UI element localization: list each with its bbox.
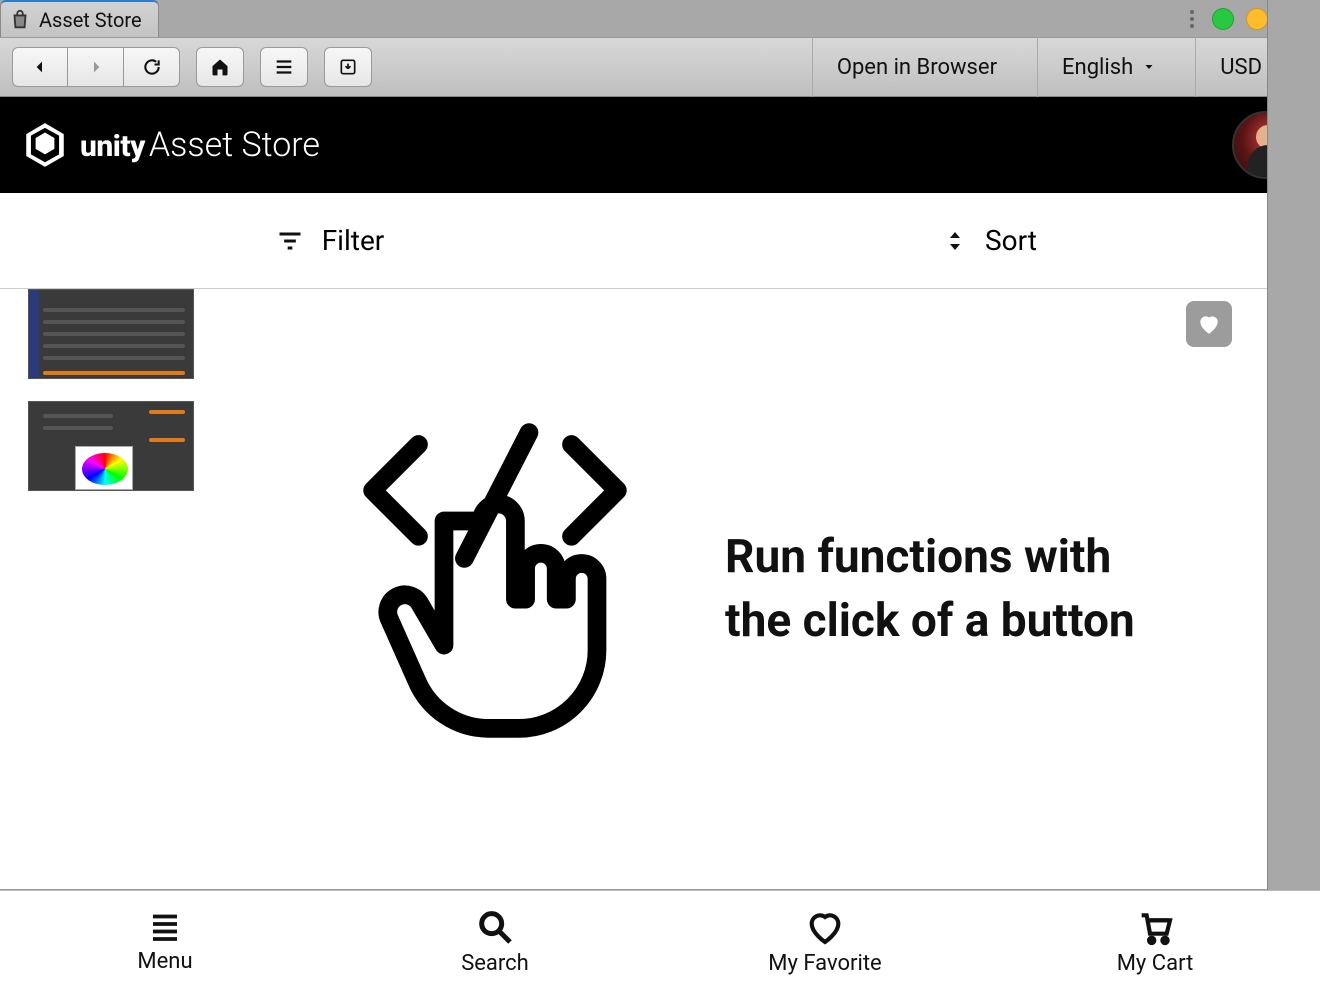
brand[interactable]: unity Asset Store (20, 120, 320, 170)
caret-down-icon (1143, 61, 1155, 73)
unity-logo-icon (20, 120, 70, 170)
sort-icon (943, 227, 967, 255)
heart-outline-icon (805, 907, 845, 947)
home-button[interactable] (196, 47, 244, 87)
code-click-icon (325, 399, 665, 779)
currency-label: USD (1220, 55, 1262, 80)
control-bar: Filter Sort (0, 193, 1320, 289)
arrow-left-icon (32, 59, 48, 75)
reload-button[interactable] (124, 47, 180, 87)
brand-asset-text: Asset Store (149, 125, 320, 165)
menu-icon (147, 909, 183, 945)
language-label: English (1062, 55, 1133, 80)
filter-label: Filter (322, 224, 385, 257)
hamburger-button[interactable] (260, 47, 308, 87)
main-content: Run functions with the click of a button (0, 289, 1320, 890)
nav-cart-label: My Cart (1117, 951, 1194, 976)
nav-search-label: Search (461, 951, 529, 976)
nav-cart[interactable]: My Cart (990, 891, 1320, 992)
thumbnail-1[interactable] (28, 289, 194, 379)
open-in-browser-button[interactable]: Open in Browser (812, 37, 1021, 97)
right-gutter (1267, 0, 1320, 890)
brand-unity-text: unity (80, 129, 145, 164)
nav-menu-label: Menu (137, 949, 192, 974)
home-icon (210, 57, 230, 77)
kebab-icon[interactable] (1190, 10, 1194, 28)
nav-forward-button[interactable] (68, 47, 124, 87)
preview-headline: Run functions with the click of a button (725, 525, 1145, 654)
tab-asset-store[interactable]: Asset Store (0, 0, 159, 37)
shopping-bag-icon (9, 9, 31, 31)
language-selector[interactable]: English (1037, 37, 1179, 97)
sort-button[interactable]: Sort (660, 224, 1320, 257)
nav-favorite-label: My Favorite (768, 951, 881, 976)
preview-area: Run functions with the click of a button (200, 289, 1320, 889)
bottom-nav: Menu Search My Favorite My Cart (0, 890, 1320, 992)
window-minimize-button[interactable] (1212, 8, 1234, 30)
thumbnail-2[interactable] (28, 401, 194, 491)
nav-menu[interactable]: Menu (0, 891, 330, 992)
cart-icon (1135, 907, 1175, 947)
toolbar: Open in Browser English USD (0, 37, 1320, 97)
arrow-right-icon (88, 59, 104, 75)
open-in-browser-label: Open in Browser (837, 55, 997, 80)
window-maximize-button[interactable] (1246, 8, 1268, 30)
filter-icon (276, 227, 304, 255)
download-box-icon (338, 57, 358, 77)
download-button[interactable] (324, 47, 372, 87)
filter-button[interactable]: Filter (0, 224, 660, 257)
nav-favorite[interactable]: My Favorite (660, 891, 990, 992)
heart-icon (1196, 311, 1222, 337)
favorite-toggle[interactable] (1186, 301, 1232, 347)
titlebar: Asset Store (0, 0, 1320, 37)
tab-title: Asset Store (39, 8, 142, 32)
nav-back-button[interactable] (12, 47, 68, 87)
refresh-icon (142, 57, 162, 77)
nav-search[interactable]: Search (330, 891, 660, 992)
hamburger-icon (273, 56, 295, 78)
search-icon (475, 907, 515, 947)
thumbnail-strip (0, 289, 200, 889)
sort-label: Sort (985, 224, 1037, 257)
store-header: unity Asset Store (0, 97, 1320, 193)
